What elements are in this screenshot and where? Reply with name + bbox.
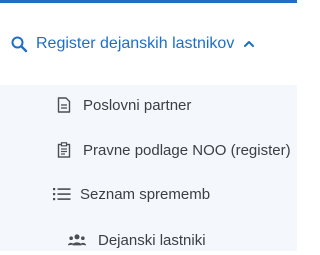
chevron-up-icon[interactable] xyxy=(242,37,256,51)
menu-item-label: Dejanski lastniki xyxy=(98,231,206,249)
users-icon xyxy=(68,231,86,249)
submenu: Poslovni partner Pravne podlage NOO (reg… xyxy=(0,85,297,251)
menu-item-seznam-sprememb[interactable]: Seznam sprememb xyxy=(0,179,297,209)
clipboard-icon xyxy=(55,141,73,159)
menu-item-label: Pravne podlage NOO (register) xyxy=(83,141,291,159)
menu-item-label: Poslovni partner xyxy=(83,96,192,114)
menu-item-pravne-podlage-noo[interactable]: Pravne podlage NOO (register) xyxy=(0,135,297,165)
document-icon xyxy=(55,96,73,114)
nav-menu: Register dejanskih lastnikov Poslovni pa… xyxy=(0,3,297,251)
search-icon xyxy=(8,33,30,55)
list-icon xyxy=(53,185,71,203)
menu-item-label: Seznam sprememb xyxy=(80,185,211,203)
menu-group-title: Register dejanskih lastnikov xyxy=(36,35,235,52)
menu-group-register-dejanskih-lastnikov[interactable]: Register dejanskih lastnikov xyxy=(0,3,297,85)
menu-item-poslovni-partner[interactable]: Poslovni partner xyxy=(0,90,297,120)
